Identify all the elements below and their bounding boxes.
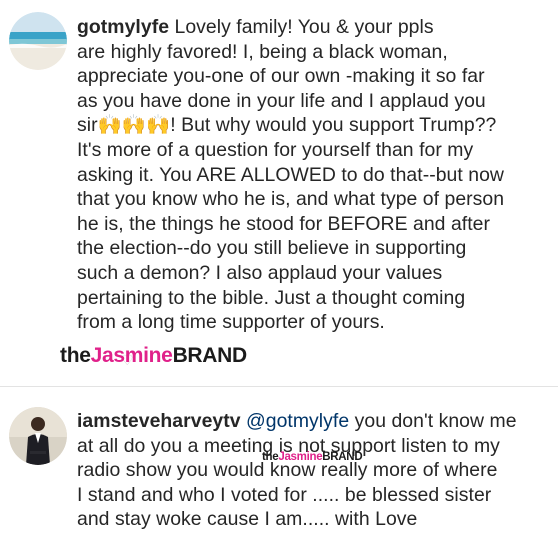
raised-hands-emoji-icon: 🙌🙌🙌 [97, 114, 171, 137]
mention-link[interactable]: @gotmylyfe [246, 410, 349, 432]
watermark-the: the [60, 344, 91, 367]
comment-text-2: iamsteveharveytv @gotmylyfe you don't kn… [77, 409, 517, 532]
comment-iamsteveharveytv: iamsteveharveytv @gotmylyfe you don't kn… [0, 387, 558, 541]
text-segment: you don't know me [354, 410, 517, 432]
comment-text-1: gotmylyfe Lovely family! You & your ppls… [77, 15, 504, 335]
username-iamsteveharveytv[interactable]: iamsteveharveytv [77, 410, 241, 432]
comment-line: and stay woke cause I am..... with Love [77, 508, 418, 531]
comment-line: the election--do you still believe in su… [77, 237, 467, 260]
comment-line: such a demon? I also applaud your values [77, 261, 443, 284]
comment-line: asking it. You ARE ALLOWED to do that--b… [77, 163, 504, 186]
watermark-brand: BRAND [322, 451, 363, 463]
comment-gotmylyfe: gotmylyfe Lovely family! You & your ppls… [0, 0, 558, 380]
watermark-brand: BRAND [172, 344, 248, 367]
comment-line: from a long time supporter of yours. [77, 311, 385, 334]
comment-line: as you have done in your life and I appl… [77, 89, 486, 112]
watermark-the: the [262, 451, 279, 463]
username-gotmylyfe[interactable]: gotmylyfe [77, 16, 169, 38]
comment-line: that you know who he is, and what type o… [77, 188, 505, 211]
avatar-beach[interactable] [9, 12, 67, 70]
comment-line: I stand and who I voted for ..... be ble… [77, 483, 492, 506]
watermark-jasmine: Jasmine [278, 451, 323, 463]
comment-line: he is, the things he stood for BEFORE an… [77, 212, 491, 235]
comment-line: It's more of a question for yourself tha… [77, 138, 474, 161]
watermark-jasmine: Jasmine [90, 344, 173, 367]
comment-line: pertaining to the bible. Just a thought … [77, 286, 466, 309]
text-segment: sir [77, 114, 98, 137]
watermark-logo: theJasmineBRAND [60, 344, 247, 368]
comment-line: appreciate you-one of our own -making it… [77, 65, 485, 88]
comment-line: sir🙌🙌🙌! But why would you support Trump?… [77, 113, 504, 138]
text-segment: ! But why would you support Trump?? [170, 114, 497, 137]
comment-line: iamsteveharveytv @gotmylyfe you don't kn… [77, 409, 517, 434]
watermark-logo-small: theJasmineBRAND [262, 451, 363, 463]
person-avatar-icon [9, 407, 67, 465]
beach-avatar-icon [9, 12, 67, 70]
comment-line: are highly favored! I, being a black wom… [77, 40, 448, 63]
avatar-steve-harvey[interactable] [9, 407, 67, 465]
comment-line: gotmylyfe Lovely family! You & your ppls [77, 15, 504, 40]
text-segment: Lovely family! You & your ppls [174, 16, 434, 38]
